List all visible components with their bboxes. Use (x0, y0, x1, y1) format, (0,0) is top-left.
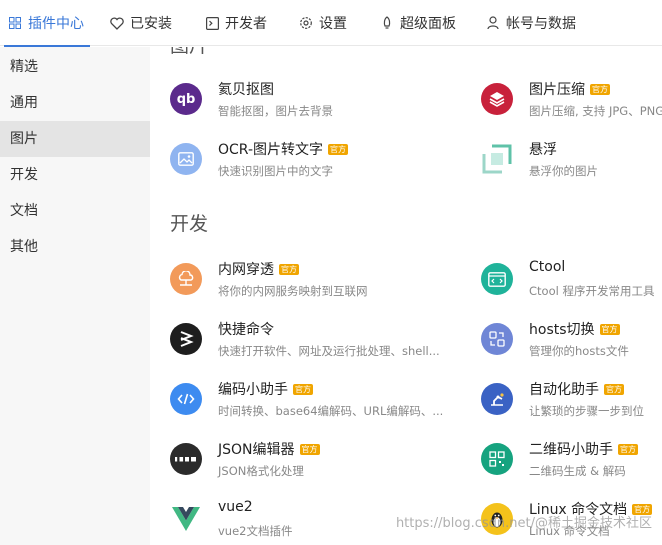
plugin-name: 图片压缩 (529, 82, 585, 98)
qrcode-icon (481, 443, 513, 475)
plugin-card[interactable]: 二维码小助手 官方 二维码生成 & 解码 (481, 439, 662, 483)
tab-developer[interactable]: 开发者 (205, 0, 267, 46)
plugin-name: hosts切换 (529, 322, 595, 338)
plugin-card[interactable]: 快捷命令 快速打开软件、网址及运行批处理、shell... (170, 319, 450, 363)
sidebar-item-docs[interactable]: 文档 (0, 193, 150, 229)
plugin-card[interactable]: JSON编辑器 官方 JSON格式化处理 (170, 439, 450, 483)
tab-settings[interactable]: 设置 (299, 0, 347, 46)
gear-icon (299, 16, 313, 30)
sidebar-item-featured[interactable]: 精选 (0, 49, 150, 85)
tab-label: 开发者 (225, 16, 267, 32)
section-title-image: 图片 (170, 47, 208, 58)
official-badge: 官方 (279, 263, 299, 275)
official-badge: 官方 (604, 383, 624, 395)
category-sidebar: 精选 通用 图片 开发 文档 其他 (0, 47, 150, 545)
sidebar-item-image[interactable]: 图片 (0, 121, 150, 157)
tab-plugin-center[interactable]: 插件中心 (4, 0, 90, 47)
sidebar-item-general[interactable]: 通用 (0, 85, 150, 121)
plugin-card[interactable]: 悬浮 悬浮你的图片 (481, 139, 662, 183)
plugin-card[interactable]: 图片压缩 官方 图片压缩, 支持 JPG、PNG (481, 79, 662, 123)
plugin-desc: 二维码生成 & 解码 (529, 464, 626, 478)
code-window-icon (481, 263, 513, 295)
tab-super-panel[interactable]: 超级面板 (380, 0, 456, 46)
tab-account-data[interactable]: 帐号与数据 (486, 0, 576, 46)
plugin-desc: JSON格式化处理 (218, 464, 304, 478)
plugin-name: Ctool (529, 259, 566, 275)
rocket-icon (380, 16, 394, 30)
image-icon (170, 143, 202, 175)
official-badge: 官方 (293, 383, 313, 395)
watermark-text: https://blog.csdn.net/@稀土掘金技术社区 (395, 516, 652, 531)
tab-installed[interactable]: 已安装 (110, 0, 172, 46)
plugin-desc: 快速打开软件、网址及运行批处理、shell... (218, 344, 440, 358)
cloud-network-icon (170, 263, 202, 295)
plugin-card[interactable]: 自动化助手 官方 让繁琐的步骤一步到位 (481, 379, 662, 423)
plugin-card[interactable]: 编码小助手 官方 时间转换、base64编解码、URL编解码、... (170, 379, 450, 423)
plugin-name: 悬浮 (529, 142, 557, 158)
plugin-card[interactable]: Ctool Ctool 程序开发常用工具 (481, 259, 662, 303)
official-badge: 官方 (328, 143, 349, 155)
plugin-name: vue2 (218, 499, 253, 515)
plugin-name: 自动化助手 (529, 382, 599, 398)
official-badge: 官方 (590, 83, 610, 95)
code-icon (170, 383, 202, 415)
plugin-name: OCR-图片转文字 (218, 142, 324, 158)
plugin-name: 二维码小助手 (529, 442, 613, 458)
plugin-desc: 时间转换、base64编解码、URL编解码、... (218, 404, 444, 418)
plugin-desc: 管理你的hosts文件 (529, 344, 629, 358)
plugin-name: 编码小助手 (218, 382, 288, 398)
plugin-desc: 图片压缩, 支持 JPG、PNG (529, 104, 662, 118)
plugin-desc: Ctool 程序开发常用工具 (529, 284, 655, 298)
float-window-icon (481, 143, 513, 175)
tab-label: 设置 (319, 16, 347, 32)
sidebar-item-dev[interactable]: 开发 (0, 157, 150, 193)
plugin-desc: 智能抠图，图片去背景 (218, 104, 333, 118)
tab-label: 超级面板 (400, 16, 456, 32)
robot-arm-icon (481, 383, 513, 415)
heart-icon (110, 16, 124, 30)
plugin-card[interactable]: hosts切换 官方 管理你的hosts文件 (481, 319, 662, 363)
plugin-desc: 快速识别图片中的文字 (218, 164, 333, 178)
plugin-name: 氦贝抠图 (218, 82, 274, 98)
tab-label: 插件中心 (28, 16, 84, 32)
user-icon (486, 16, 500, 30)
plugin-name: 内网穿透 (218, 262, 274, 278)
plugin-card[interactable]: 内网穿透 官方 将你的内网服务映射到互联网 (170, 259, 450, 303)
plugin-desc: 悬浮你的图片 (529, 164, 598, 178)
plugin-name: 快捷命令 (218, 322, 274, 338)
top-nav: 插件中心 已安装 开发者 设置 超级面板 帐号与数据 (0, 0, 662, 47)
official-badge: 官方 (599, 323, 620, 335)
official-badge: 官方 (299, 443, 320, 455)
section-title-dev: 开发 (170, 213, 209, 235)
tab-label: 帐号与数据 (506, 16, 576, 32)
layers-icon (481, 83, 513, 115)
plugin-card[interactable]: qb 氦贝抠图 智能抠图，图片去背景 (170, 79, 450, 123)
qb-logo-icon: qb (170, 83, 202, 115)
official-badge: 官方 (618, 443, 638, 455)
plugin-card[interactable]: OCR-图片转文字 官方 快速识别图片中的文字 (170, 139, 450, 183)
json-icon (170, 443, 202, 475)
plugin-name: JSON编辑器 (218, 442, 295, 458)
plugin-desc: vue2文档插件 (218, 524, 293, 538)
terminal-icon (205, 16, 219, 30)
sidebar-item-other[interactable]: 其他 (0, 229, 150, 265)
plugin-list: 图片 qb 氦贝抠图 智能抠图，图片去背景 图片压缩官方 图片压缩, 支持 JP… (150, 47, 662, 545)
bolt-icon (170, 323, 202, 355)
vue-logo-icon (170, 503, 202, 535)
tab-label: 已安装 (130, 16, 172, 32)
plugin-desc: 将你的内网服务映射到互联网 (218, 284, 368, 298)
switch-icon (481, 323, 513, 355)
grid-icon (8, 16, 22, 30)
plugin-desc: 让繁琐的步骤一步到位 (529, 404, 644, 418)
